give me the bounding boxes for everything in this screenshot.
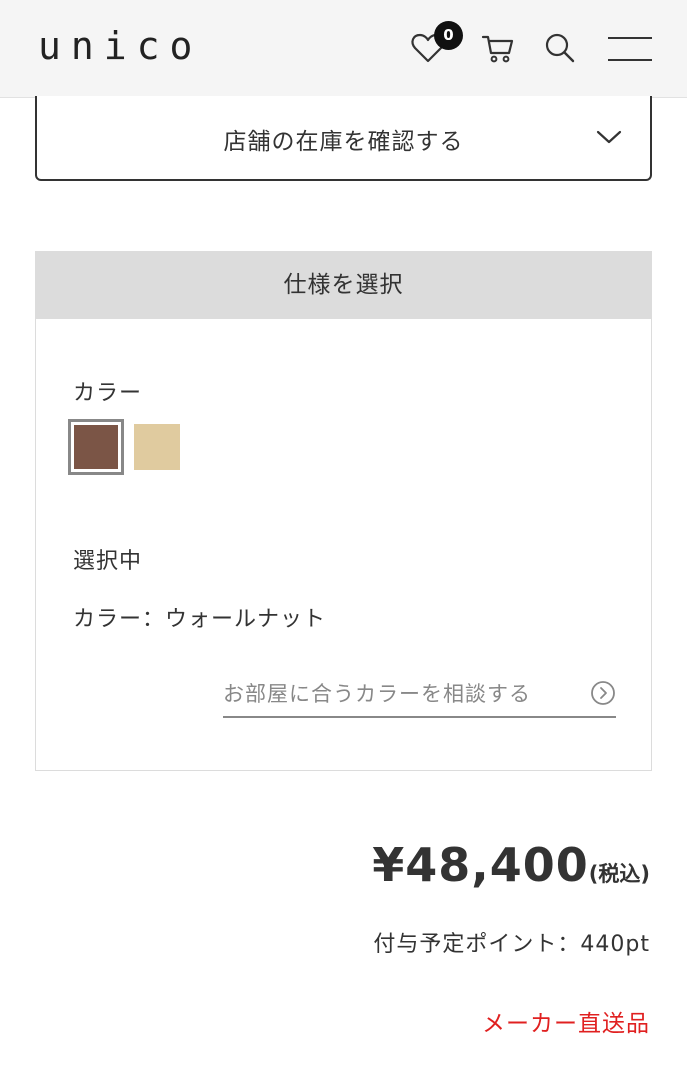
cart-icon[interactable]	[478, 28, 518, 68]
points-info: 付与予定ポイント：440pt	[373, 932, 650, 957]
shipping-note: メーカー直送品	[482, 1011, 650, 1037]
color-consult-link-label: お部屋に合うカラーを相談する	[223, 682, 531, 706]
chevron-right-circle-icon	[591, 681, 615, 705]
selected-heading: 選択中	[73, 549, 143, 574]
check-store-stock-button[interactable]: 店舗の在庫を確認する	[35, 96, 652, 181]
menu-icon[interactable]	[606, 28, 654, 68]
spec-panel-title: 仕様を選択	[36, 252, 651, 319]
site-logo[interactable]: unico	[38, 24, 202, 68]
site-header: unico 0	[0, 0, 687, 98]
tax-note: (税込)	[588, 862, 650, 886]
price-block: ¥48,400(税込)	[372, 838, 650, 892]
spec-selection-panel: 仕様を選択 カラー 選択中 カラー：ウォールナット お部屋に合うカラーを相談する	[35, 251, 652, 771]
color-swatch-natural[interactable]	[134, 424, 180, 470]
search-icon[interactable]	[540, 28, 580, 68]
color-swatch-walnut[interactable]	[68, 419, 124, 475]
check-store-stock-label: 店舗の在庫を確認する	[223, 129, 464, 155]
color-label: カラー	[73, 381, 143, 406]
favorites-count-badge: 0	[434, 21, 463, 50]
color-consult-link[interactable]: お部屋に合うカラーを相談する	[223, 678, 616, 718]
chevron-down-icon	[596, 130, 622, 144]
price-value: ¥48,400	[372, 838, 589, 892]
selected-color-value: カラー：ウォールナット	[73, 607, 327, 632]
color-swatch-walnut-fill	[74, 425, 118, 469]
